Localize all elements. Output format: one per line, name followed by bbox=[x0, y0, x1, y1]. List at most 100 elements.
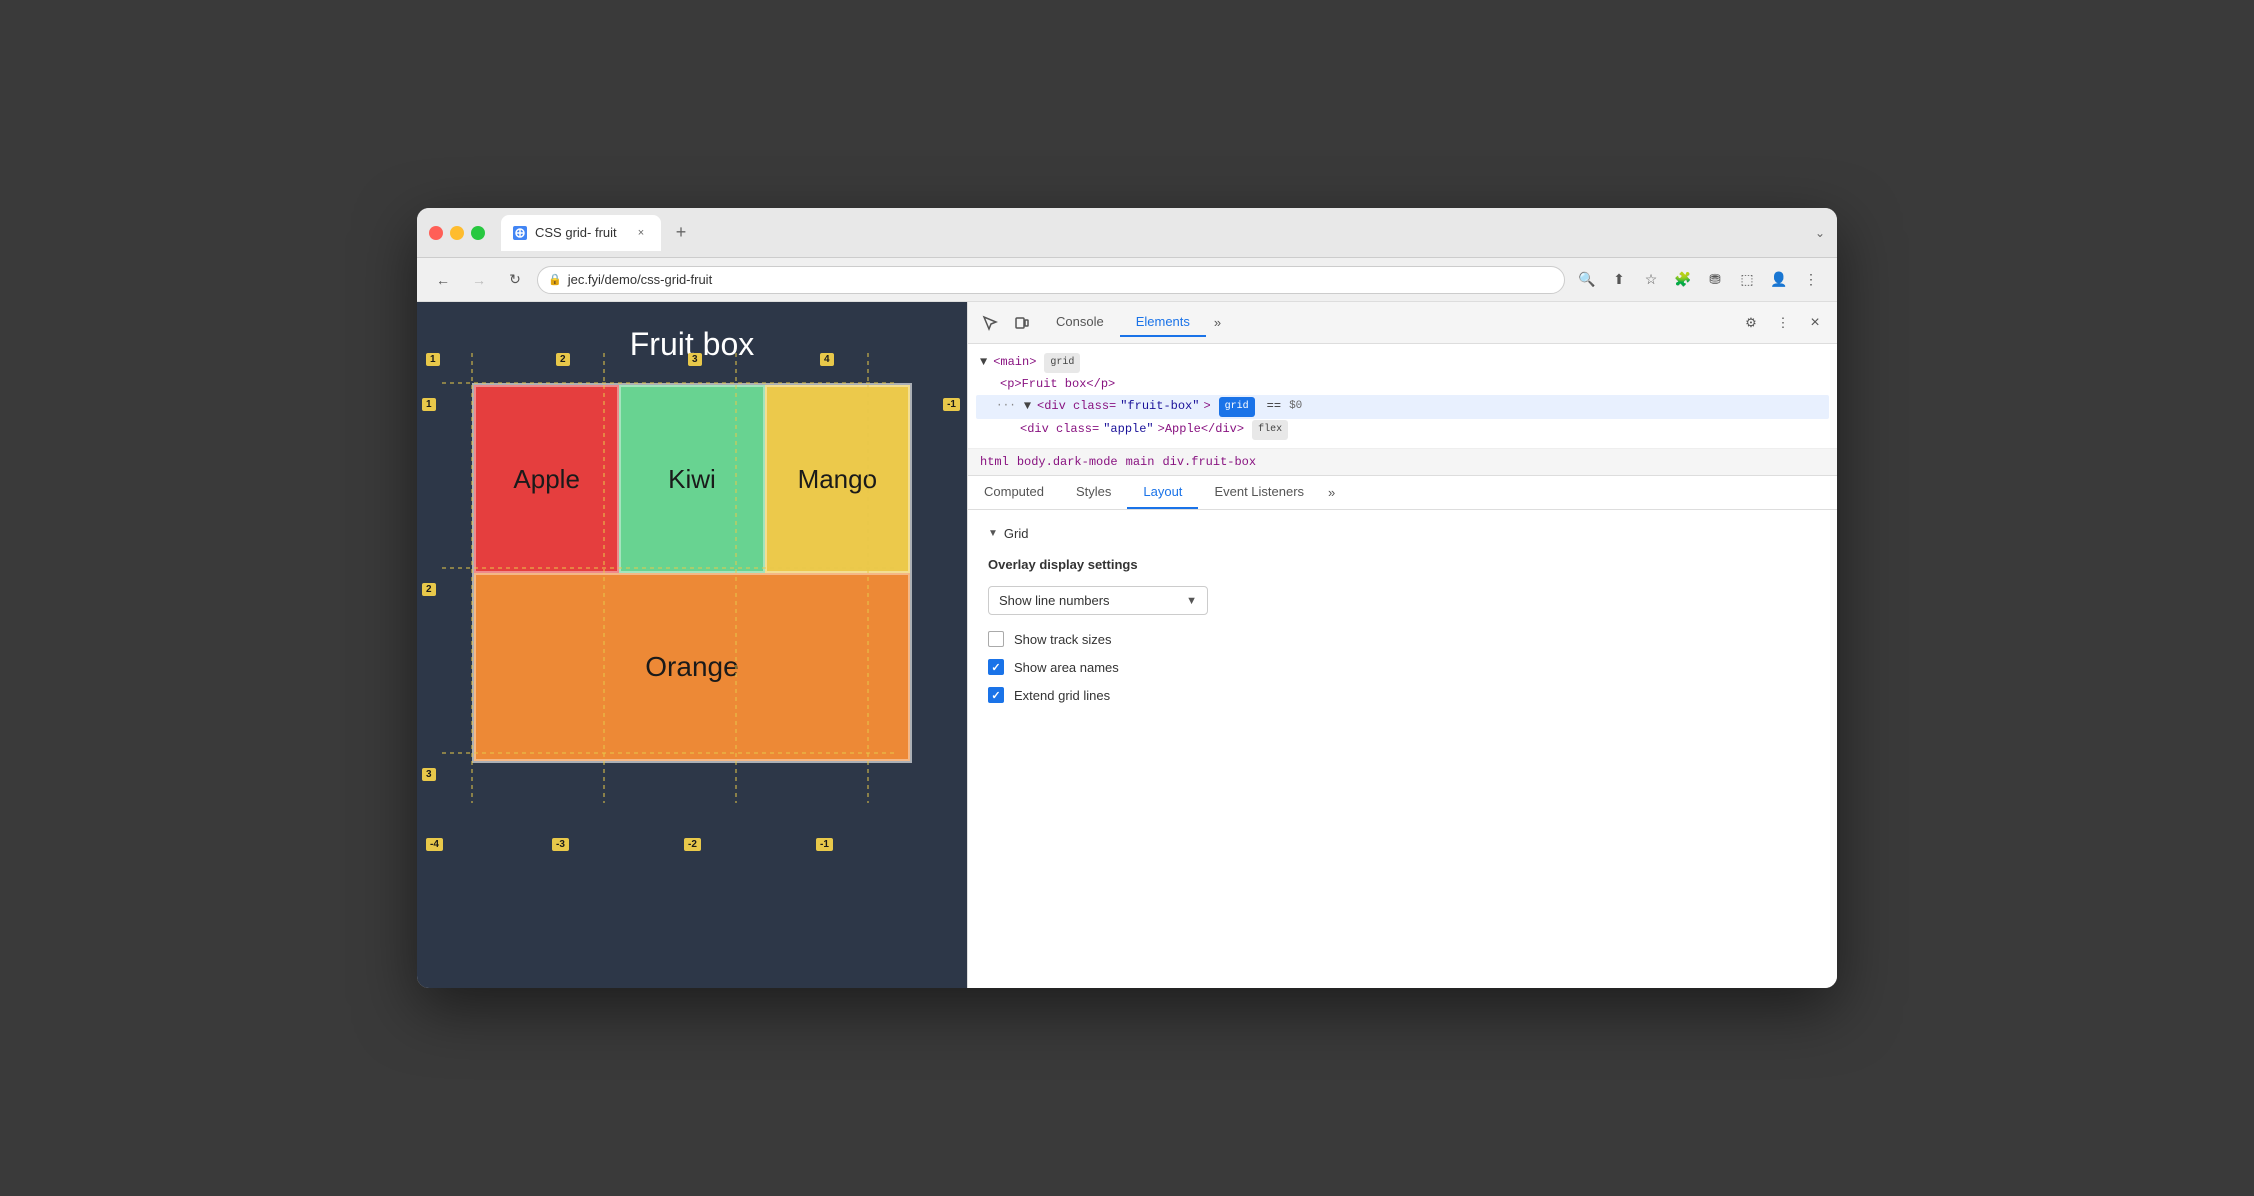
apple-class-val: "apple" bbox=[1103, 419, 1153, 441]
badge-top-2: 2 bbox=[556, 353, 570, 366]
breadcrumb-html[interactable]: html bbox=[980, 455, 1009, 469]
elements-tab[interactable]: Elements bbox=[1120, 308, 1206, 337]
apple-flex-badge: flex bbox=[1252, 420, 1288, 440]
devtools-settings-button[interactable]: ⚙ bbox=[1737, 309, 1765, 337]
puzzle-icon[interactable]: ⛃ bbox=[1701, 266, 1729, 294]
devtools-close-button[interactable]: × bbox=[1801, 309, 1829, 337]
badge-left-1: 1 bbox=[422, 398, 436, 411]
orange-cell: Orange bbox=[474, 573, 910, 761]
ellipsis-dots: ··· bbox=[996, 397, 1016, 417]
tab-close-button[interactable]: × bbox=[633, 225, 649, 241]
webpage-area: Fruit box 1 2 bbox=[417, 302, 967, 988]
badge-bottom-4: -4 bbox=[426, 838, 443, 851]
address-bar[interactable]: 🔒 jec.fyi/demo/css-grid-fruit bbox=[537, 266, 1565, 294]
lock-icon: 🔒 bbox=[548, 273, 562, 286]
zoom-icon[interactable]: 🔍 bbox=[1573, 266, 1601, 294]
triangle-main: ▼ bbox=[980, 352, 987, 374]
devtools-menu-button[interactable]: ⋮ bbox=[1769, 309, 1797, 337]
main-tag[interactable]: <main> bbox=[993, 352, 1036, 374]
kiwi-cell: Kiwi bbox=[619, 385, 764, 573]
device-mode-button[interactable] bbox=[1008, 309, 1036, 337]
window-icon[interactable]: ⬚ bbox=[1733, 266, 1761, 294]
badge-top-3: 3 bbox=[688, 353, 702, 366]
dom-line-div-apple: <div class="apple">Apple</div> flex bbox=[980, 419, 1825, 441]
breadcrumb: html body.dark-mode main div.fruit-box bbox=[968, 449, 1837, 476]
badge-top-4: 4 bbox=[820, 353, 834, 366]
breadcrumb-body[interactable]: body.dark-mode bbox=[1017, 455, 1118, 469]
extend-grid-lines-row: Extend grid lines bbox=[988, 687, 1817, 703]
traffic-lights bbox=[429, 226, 485, 240]
triangle-div: ▼ bbox=[1024, 396, 1031, 418]
panel-more-icon[interactable]: » bbox=[1320, 477, 1343, 508]
close-traffic-light[interactable] bbox=[429, 226, 443, 240]
dropdown-label: Show line numbers bbox=[999, 593, 1110, 608]
dom-line-main: ▼ <main> grid bbox=[980, 352, 1825, 374]
layout-tab[interactable]: Layout bbox=[1127, 476, 1198, 509]
show-area-names-label: Show area names bbox=[1014, 660, 1119, 675]
dropdown-arrow-icon: ▼ bbox=[1186, 595, 1197, 607]
more-tabs-icon[interactable]: » bbox=[1206, 309, 1229, 336]
share-icon[interactable]: ⬆ bbox=[1605, 266, 1633, 294]
badge-left-3: 3 bbox=[422, 768, 436, 781]
dropdown-row: Show line numbers ▼ bbox=[988, 586, 1817, 615]
breadcrumb-div-fruit-box[interactable]: div.fruit-box bbox=[1162, 455, 1256, 469]
line-numbers-dropdown[interactable]: Show line numbers ▼ bbox=[988, 586, 1208, 615]
back-button[interactable]: ← bbox=[429, 266, 457, 294]
extend-grid-lines-label: Extend grid lines bbox=[1014, 688, 1110, 703]
tab-favicon bbox=[513, 226, 527, 240]
refresh-button[interactable]: ↻ bbox=[501, 266, 529, 294]
extend-grid-lines-checkbox[interactable] bbox=[988, 687, 1004, 703]
show-track-sizes-label: Show track sizes bbox=[1014, 632, 1112, 647]
grid-section-header[interactable]: ▼ Grid bbox=[988, 526, 1817, 541]
div-apple-tag[interactable]: <div class= bbox=[1020, 419, 1099, 441]
dom-line-div-fruit-box[interactable]: ··· ▼ <div class="fruit-box"> grid == $0 bbox=[976, 395, 1829, 419]
fruit-box-grid-badge: grid bbox=[1219, 397, 1255, 417]
breadcrumb-main[interactable]: main bbox=[1126, 455, 1155, 469]
main-content: Fruit box 1 2 bbox=[417, 302, 1837, 988]
dom-line-p: <p>Fruit box</p> bbox=[980, 374, 1825, 396]
badge-right-1: -1 bbox=[943, 398, 960, 411]
profile-icon[interactable]: 👤 bbox=[1765, 266, 1793, 294]
styles-tab[interactable]: Styles bbox=[1060, 476, 1127, 509]
forward-button[interactable]: → bbox=[465, 266, 493, 294]
minimize-traffic-light[interactable] bbox=[450, 226, 464, 240]
devtools-tabs: Console Elements » bbox=[1040, 308, 1385, 337]
tab-title: CSS grid- fruit bbox=[535, 225, 625, 240]
grid-section-title: Grid bbox=[1004, 526, 1029, 541]
computed-tab[interactable]: Computed bbox=[968, 476, 1060, 509]
show-track-sizes-row: Show track sizes bbox=[988, 631, 1817, 647]
p-tag[interactable]: <p>Fruit box</p> bbox=[1000, 374, 1115, 396]
devtools-toolbar: Console Elements » ⚙ ⋮ × bbox=[968, 302, 1837, 344]
event-listeners-tab[interactable]: Event Listeners bbox=[1198, 476, 1320, 509]
bookmark-icon[interactable]: ☆ bbox=[1637, 266, 1665, 294]
overlay-settings-title: Overlay display settings bbox=[988, 557, 1817, 572]
tab-chevron-icon[interactable]: ⌄ bbox=[1815, 226, 1825, 240]
div-fruit-box-tag[interactable]: <div class= bbox=[1037, 396, 1116, 418]
show-area-names-checkbox[interactable] bbox=[988, 659, 1004, 675]
mango-cell: Mango bbox=[765, 385, 910, 573]
tab-area: CSS grid- fruit × + bbox=[501, 215, 1807, 251]
title-bar: CSS grid- fruit × + ⌄ bbox=[417, 208, 1837, 258]
new-tab-button[interactable]: + bbox=[667, 219, 695, 247]
main-grid-badge: grid bbox=[1044, 353, 1080, 373]
more-menu-icon[interactable]: ⋮ bbox=[1797, 266, 1825, 294]
maximize-traffic-light[interactable] bbox=[471, 226, 485, 240]
equals-sign: == bbox=[1267, 396, 1281, 418]
div-close-bracket: > bbox=[1203, 396, 1210, 418]
grid-section-triangle: ▼ bbox=[988, 528, 998, 539]
apple-cell: Apple bbox=[474, 385, 619, 573]
show-area-names-row: Show area names bbox=[988, 659, 1817, 675]
show-track-sizes-checkbox[interactable] bbox=[988, 631, 1004, 647]
badge-bottom-2: -2 bbox=[684, 838, 701, 851]
badge-bottom-1: -1 bbox=[816, 838, 833, 851]
active-tab[interactable]: CSS grid- fruit × bbox=[501, 215, 661, 251]
inspect-element-button[interactable] bbox=[976, 309, 1004, 337]
nav-icons: 🔍 ⬆ ☆ 🧩 ⛃ ⬚ 👤 ⋮ bbox=[1573, 266, 1825, 294]
badge-left-2: 2 bbox=[422, 583, 436, 596]
console-tab[interactable]: Console bbox=[1040, 308, 1120, 337]
address-text: jec.fyi/demo/css-grid-fruit bbox=[568, 272, 1554, 287]
dom-tree: ▼ <main> grid <p>Fruit box</p> ··· ▼ <di… bbox=[968, 344, 1837, 449]
extensions-icon[interactable]: 🧩 bbox=[1669, 266, 1697, 294]
webpage-title: Fruit box bbox=[417, 302, 967, 383]
layout-panel: ▼ Grid Overlay display settings Show lin… bbox=[968, 510, 1837, 988]
